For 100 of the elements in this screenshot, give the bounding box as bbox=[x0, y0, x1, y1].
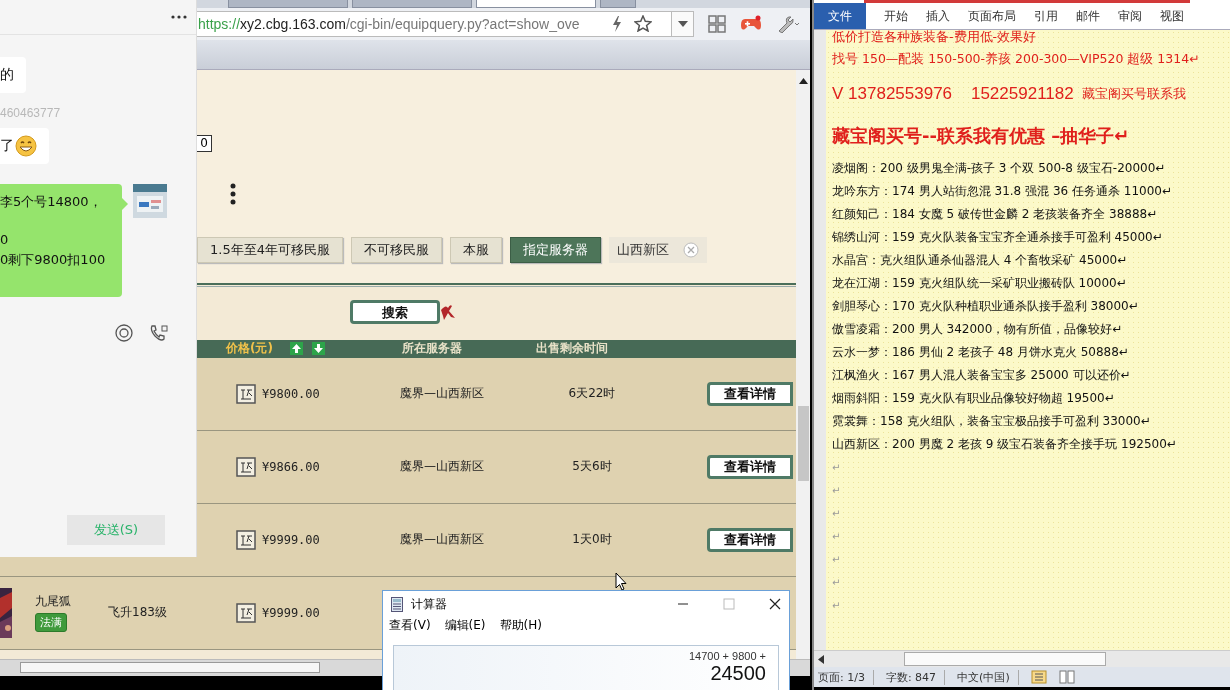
grid-icon[interactable] bbox=[708, 14, 726, 33]
bargain-icon bbox=[236, 383, 256, 404]
ribbon-tab[interactable]: 插入 bbox=[926, 3, 950, 29]
price-text: ¥9800.00 bbox=[262, 386, 320, 401]
view-icon[interactable] bbox=[1030, 670, 1047, 684]
ribbon-tab[interactable]: 引用 bbox=[1034, 3, 1058, 29]
doc-text: 剑胆琴心：170 克火队种植职业通杀队接手盈利 38000↵ bbox=[832, 298, 1140, 315]
filter-button[interactable]: 不可移民服 bbox=[350, 236, 442, 263]
message-text: 0剩下9800扣100 bbox=[0, 251, 107, 269]
time-left-text: 6天22时 bbox=[568, 386, 616, 401]
filter-button[interactable]: 1.5年至4年可移民服 bbox=[197, 236, 343, 263]
ribbon-tab[interactable]: 开始 bbox=[884, 3, 908, 29]
status-text: 字数: 847 bbox=[885, 669, 946, 685]
scroll-thumb[interactable] bbox=[797, 405, 809, 481]
scroll-left-icon[interactable] bbox=[818, 654, 824, 664]
ribbon-tab[interactable]: 页面布局 bbox=[968, 3, 1016, 29]
sort-down-icon[interactable] bbox=[312, 342, 325, 356]
result-text: 24500 bbox=[710, 661, 766, 685]
browser-tab[interactable] bbox=[476, 0, 596, 8]
ribbon-tab[interactable]: 文件 bbox=[814, 3, 866, 29]
doc-text: 烟雨斜阳：159 克火队有职业品像较好物超 19500↵ bbox=[832, 390, 1116, 407]
caret-icon bbox=[677, 20, 688, 27]
time-left-text: 5天6时 bbox=[572, 459, 612, 474]
column-header[interactable]: 价格(元) bbox=[226, 340, 290, 358]
doc-text: 藏宝阁买号--联系我有优惠 –抽华子↵ bbox=[832, 124, 1131, 148]
doc-text: 锦绣山河：159 克火队装备宝宝齐全通杀接手可盈利 45000↵ bbox=[832, 229, 1164, 246]
target-icon[interactable] bbox=[115, 324, 133, 342]
doc-text: 龙在江湖：159 克火组队统一采矿职业搬砖队 10000↵ bbox=[832, 275, 1128, 292]
message-text: 0 bbox=[0, 231, 10, 249]
details-button[interactable]: 查看详情 bbox=[707, 527, 793, 552]
doc-text: 藏宝阁买号联系我 bbox=[1081, 85, 1186, 103]
details-button[interactable]: 查看详情 bbox=[707, 454, 793, 479]
doc-text: 霓裳舞：158 克火组队，装备宝宝极品接手可盈利 33000↵ bbox=[832, 413, 1152, 430]
more-icon[interactable] bbox=[230, 182, 236, 205]
scrollbar[interactable] bbox=[796, 69, 810, 659]
region-label: 山西新区 bbox=[616, 240, 669, 259]
paragraph-mark: ↵ bbox=[832, 576, 842, 590]
window-title: 计算器 bbox=[411, 595, 447, 613]
price-text: ¥9999.00 bbox=[262, 532, 320, 547]
message-text: 了 bbox=[0, 137, 14, 155]
character-name: 九尾狐 bbox=[35, 593, 71, 611]
menu-item[interactable]: 编辑(E) bbox=[444, 617, 486, 635]
doc-text: 凌烟阁：200 级男鬼全满-孩子 3 个双 500-8 级宝石-20000↵ bbox=[832, 160, 1167, 177]
paragraph-mark: ↵ bbox=[832, 530, 842, 544]
server-text: 魔界—山西新区 bbox=[400, 459, 484, 474]
scroll-thumb[interactable] bbox=[904, 652, 1106, 666]
doc-text: 低价打造各种族装备-费用低-效果好 bbox=[832, 30, 1038, 46]
menu-item[interactable]: 查看(V) bbox=[389, 617, 431, 635]
doc-text: 水晶宫：克火组队通杀仙器混人 4 个畜牧采矿 45000↵ bbox=[832, 252, 1129, 269]
doc-text: 江枫渔火：167 男人混人装备宝宝多 25000 可以还价↵ bbox=[832, 367, 1132, 384]
paragraph-mark: ↵ bbox=[832, 599, 842, 613]
price-text: ¥9866.00 bbox=[262, 459, 320, 474]
status-text: 页面: 1/3 bbox=[818, 669, 874, 685]
menu-item[interactable]: 帮助(H) bbox=[499, 617, 542, 635]
price-text: ¥9999.00 bbox=[262, 605, 320, 620]
column-header: 出售剩余时间 bbox=[536, 340, 608, 358]
filter-button[interactable]: 本服 bbox=[449, 236, 502, 263]
details-button[interactable]: 查看详情 bbox=[707, 381, 793, 406]
address-field[interactable]: https://xy2.cbg.163.com/cgi-bin/equipquery.py?act=show_ove bbox=[197, 10, 672, 37]
class-badge: 法满 bbox=[35, 613, 67, 633]
close-icon[interactable] bbox=[769, 598, 781, 611]
scrollbar[interactable] bbox=[814, 650, 1230, 667]
paragraph-mark: ↵ bbox=[832, 484, 842, 498]
ribbon-tab[interactable]: 视图 bbox=[1160, 3, 1184, 29]
paragraph-mark: ↵ bbox=[832, 507, 842, 521]
lightning-icon[interactable] bbox=[612, 15, 622, 32]
paragraph-mark: ↵ bbox=[832, 553, 842, 567]
scroll-thumb[interactable] bbox=[20, 662, 320, 673]
view-icon[interactable] bbox=[1058, 670, 1075, 684]
doc-text: 云水一梦：186 男仙 2 老孩子 48 月饼水克火 50888↵ bbox=[832, 344, 1130, 361]
sort-up-icon[interactable] bbox=[290, 342, 303, 356]
status-text: 中文(中国) bbox=[957, 669, 1019, 685]
paragraph-mark: ↵ bbox=[832, 461, 842, 475]
ribbon-tab[interactable]: 审阅 bbox=[1118, 3, 1142, 29]
search-button[interactable]: 搜索 bbox=[350, 299, 440, 324]
level-text: 飞升183级 bbox=[108, 605, 167, 620]
bargain-icon bbox=[236, 602, 256, 623]
doc-text: 红颜知己：184 女魔 5 破传世金麟 2 老孩装备齐全 38888↵ bbox=[832, 206, 1159, 223]
doc-text: 龙吟东方：174 男人站街忽混 31.8 强混 36 任务通杀 11000↵ bbox=[832, 183, 1173, 200]
message-text: 李5个号14800， bbox=[0, 193, 103, 211]
time-left-text: 1天0时 bbox=[572, 532, 612, 547]
doc-text: 傲雪凌霜：200 男人 342000，物有所值，品像较好↵ bbox=[832, 321, 1124, 338]
expression-text: 14700 + 9800 + bbox=[688, 649, 766, 662]
wrench-icon[interactable] bbox=[776, 14, 800, 33]
dropdown-button[interactable] bbox=[672, 10, 694, 37]
column-header: 所在服务器 bbox=[402, 340, 462, 358]
bargain-icon bbox=[236, 456, 256, 477]
video-call-icon[interactable] bbox=[149, 324, 169, 342]
input-field[interactable]: 0 bbox=[197, 134, 212, 152]
server-text: 魔界—山西新区 bbox=[400, 386, 484, 401]
more-icon[interactable] bbox=[171, 15, 187, 19]
filter-button[interactable]: 指定服务器 bbox=[509, 236, 601, 263]
star-icon[interactable] bbox=[634, 15, 652, 33]
server-text: 魔界—山西新区 bbox=[400, 532, 484, 547]
ribbon-tab[interactable]: 邮件 bbox=[1076, 3, 1100, 29]
scroll-up-icon[interactable] bbox=[798, 77, 808, 84]
bargain-icon bbox=[236, 529, 256, 550]
doc-text: 山西新区：200 男魔 2 老孩 9 级宝石装备齐全接手玩 192500↵ bbox=[832, 436, 1178, 453]
calculator-icon bbox=[391, 596, 403, 612]
doc-text: 找号 150—配装 150-500-养孩 200-300—VIP520 超级 1314↵ bbox=[832, 50, 1201, 68]
